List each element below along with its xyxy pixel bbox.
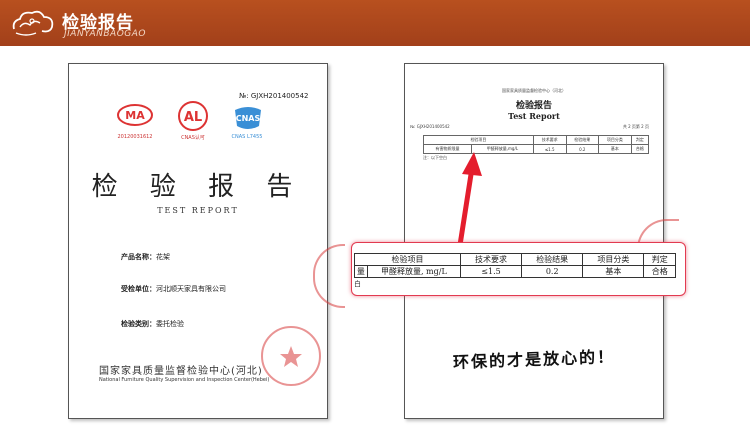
report-title: 检 验 报 告 [91, 172, 305, 202]
edge-seal-stamp [313, 244, 345, 308]
red-arrow-icon [457, 152, 482, 248]
table-header-cell: 检验结果 [521, 253, 584, 266]
svg-text:CNAS: CNAS [236, 114, 261, 123]
table-header-row: 检验项目 技术要求 检验结果 项目分类 判定 [354, 253, 676, 266]
table-row: 量 甲醛释放量, mg/L ≤1.5 0.2 基本 合格 [354, 265, 676, 278]
report-title-english: TEST REPORT [157, 206, 239, 215]
header-subtitle: JIANYANBAOGAO [64, 29, 147, 39]
zoomed-result-highlight: 检验项目 技术要求 检验结果 项目分类 判定 量 甲醛释放量, mg/L ≤1.… [351, 242, 686, 296]
table-cell: 量 [354, 265, 368, 278]
organization-name-english: National Furniture Quality Supervision a… [99, 377, 270, 383]
table-cell: 基本 [598, 144, 632, 154]
table-cell: 0.2 [521, 265, 584, 278]
page-count: 共 2 页第 2 页 [622, 124, 649, 129]
cma-code: 20120031612 [117, 134, 153, 140]
report-number: №: GJXH201400542 [410, 124, 450, 129]
table-cell: ≤1.5 [459, 265, 523, 278]
cal-mark-icon: AL [178, 101, 208, 131]
table-header-cell: 项目分类 [598, 135, 632, 145]
report-page-title: 检验报告 [515, 101, 552, 111]
cnas-mark-icon: CNAS [235, 107, 261, 129]
table-cell: ≤1.5 [532, 144, 567, 154]
organization-name: 国家家具质量监督检验中心(河北) [99, 366, 263, 377]
table-header-cell: 项目分类 [582, 253, 645, 266]
page-header: 检验报告 JIANYANBAOGAO [0, 0, 750, 46]
table-header-cell: 判定 [630, 135, 650, 145]
table-header-row: 检验项目 技术要求 检验结果 项目分类 判定 [423, 135, 650, 145]
table-cell: 合格 [630, 144, 650, 154]
report-organization: 国家家具质量监督检验中心（河北） [502, 88, 566, 93]
table-header-cell: 检验项目 [354, 253, 461, 266]
svg-text:AL: AL [184, 110, 202, 125]
inspected-unit-field: 受检单位：河北顺天家具有限公司 [121, 285, 226, 293]
report-page-title-english: Test Report [508, 111, 560, 121]
zoomed-note: 白 [354, 280, 361, 288]
zoomed-result-table: 检验项目 技术要求 检验结果 项目分类 判定 量 甲醛释放量, mg/L ≤1.… [354, 253, 676, 278]
table-cell: 基本 [582, 265, 645, 278]
table-header-cell: 检验项目 [423, 135, 534, 145]
table-cell: 0.2 [565, 144, 600, 154]
table-cell: 甲醛释放量, mg/L [366, 265, 461, 278]
report-cover-page: №: GJXH201400542 MA 20120031612 AL CNAS认… [68, 63, 345, 419]
table-header-cell: 检验结果 [565, 135, 600, 145]
cma-mark-icon: MA [117, 104, 153, 126]
certificate-number: №: GJXH201400542 [239, 92, 309, 100]
table-header-cell: 技术要求 [532, 135, 567, 145]
table-header-cell: 技术要求 [459, 253, 523, 266]
cnas-code: CNAS L7455 [231, 134, 263, 140]
svg-text:MA: MA [125, 109, 145, 122]
table-cell: 合格 [643, 265, 676, 278]
table-header-cell: 判定 [643, 253, 676, 266]
cloud-ornament-icon [12, 10, 54, 36]
cal-code: CNAS认可 [181, 135, 205, 141]
handwritten-slogan: 环保的才是放心的！ [452, 347, 616, 372]
product-name-field: 产品名称：花架 [121, 253, 170, 261]
inspection-type-field: 检验类别：委托检验 [121, 320, 184, 328]
red-seal-stamp [261, 326, 321, 386]
